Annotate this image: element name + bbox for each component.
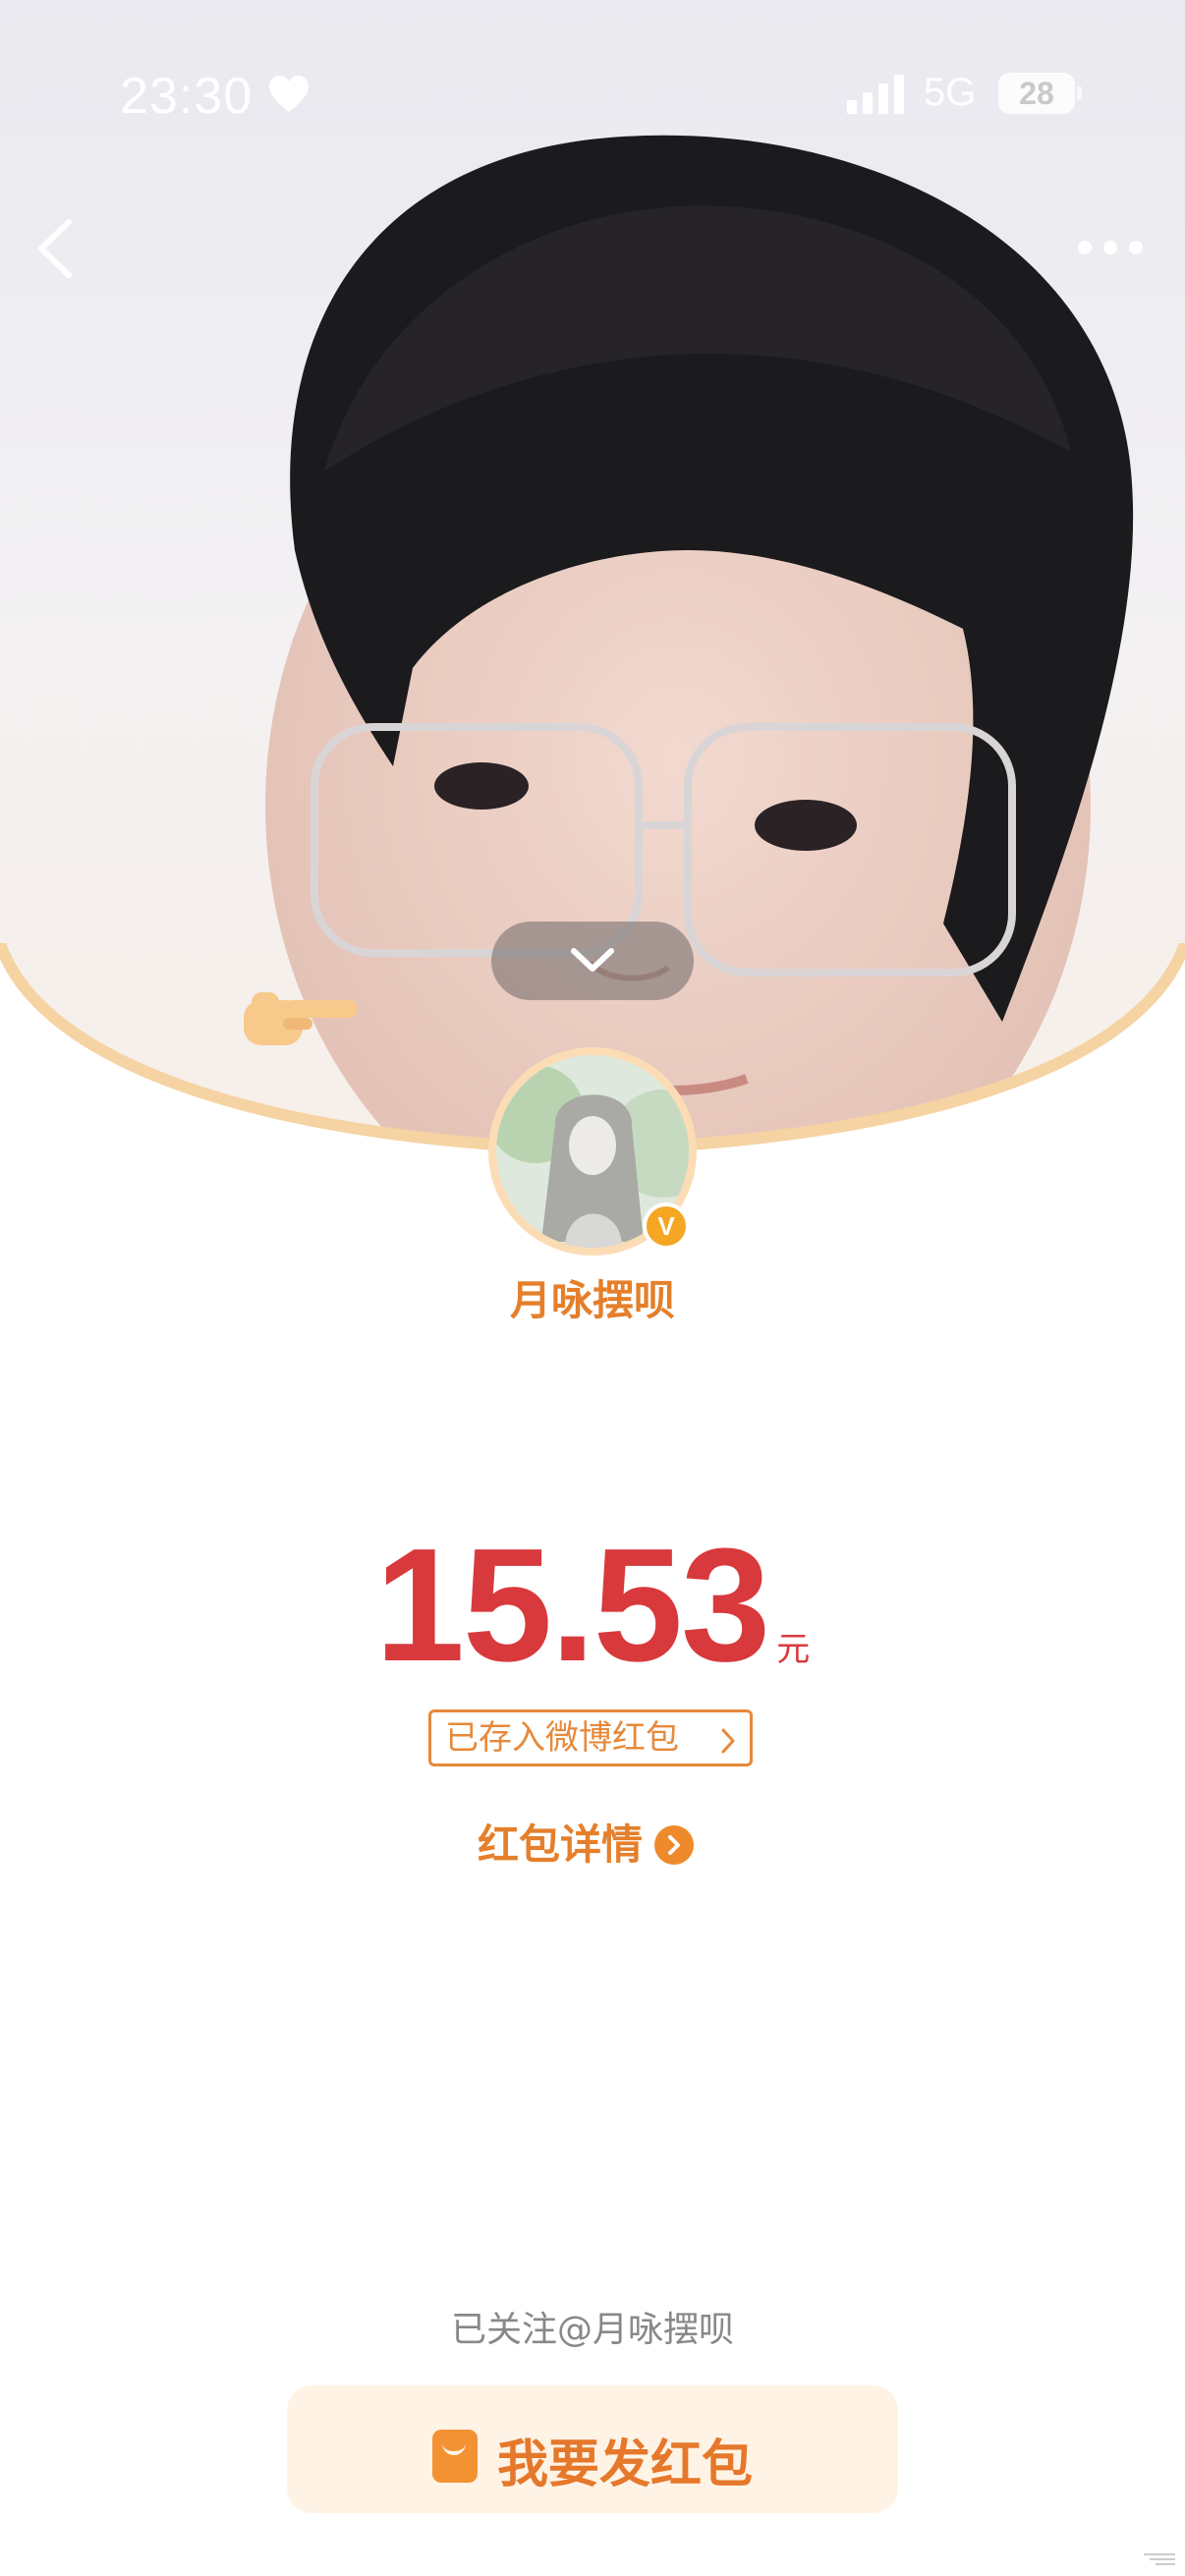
pointing-hand-emoji bbox=[244, 982, 362, 1055]
send-red-packet-button[interactable]: 我要发红包 bbox=[287, 2385, 898, 2513]
red-packet-icon bbox=[431, 2429, 478, 2483]
amount-value: 15.53 bbox=[374, 1515, 770, 1695]
collapse-cover-button[interactable] bbox=[491, 922, 694, 1000]
details-label: 红包详情 bbox=[478, 1820, 644, 1869]
currency-label: 元 bbox=[776, 1630, 811, 1669]
arrow-circle-icon bbox=[654, 1824, 695, 1865]
back-button[interactable] bbox=[28, 214, 86, 283]
status-bar: 23:30 5G 28 bbox=[0, 59, 1185, 138]
verified-badge: V bbox=[643, 1203, 690, 1250]
heart-icon bbox=[269, 76, 309, 112]
home-indicator bbox=[1144, 2553, 1175, 2565]
chevron-down-icon bbox=[571, 948, 614, 972]
saved-to-wallet-link[interactable]: 已存入微博红包 bbox=[428, 1709, 753, 1766]
saved-to-wallet-label: 已存入微博红包 bbox=[445, 1718, 679, 1758]
more-options-button[interactable] bbox=[1075, 228, 1146, 267]
battery-nub bbox=[1077, 86, 1082, 100]
chevron-right-icon bbox=[721, 1728, 735, 1754]
sender-name[interactable]: 月咏摆呗 bbox=[0, 1267, 1185, 1327]
amount-display: 15.53 元 bbox=[0, 1513, 1185, 1695]
cover-image bbox=[0, 0, 1185, 1159]
network-type: 5G bbox=[924, 71, 977, 114]
followed-status: 已关注@月咏摆呗 bbox=[450, 2310, 734, 2350]
red-packet-details-link[interactable]: 红包详情 bbox=[478, 1816, 695, 1875]
send-red-packet-label: 我要发红包 bbox=[496, 2436, 753, 2494]
chevron-left-icon bbox=[38, 219, 72, 278]
ellipsis-icon bbox=[1078, 241, 1143, 254]
signal-bars-icon bbox=[847, 75, 904, 114]
status-time: 23:30 bbox=[120, 68, 254, 125]
battery-icon: 28 bbox=[998, 73, 1075, 114]
